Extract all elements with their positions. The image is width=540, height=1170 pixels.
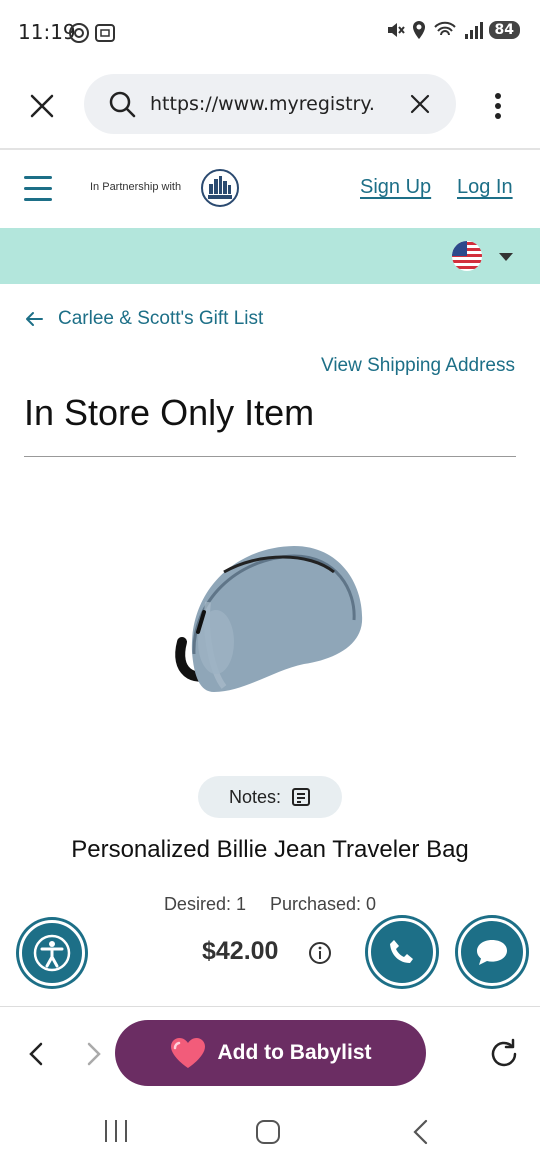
call-button[interactable] [368, 918, 436, 986]
chevron-left-icon[interactable] [26, 1040, 46, 1068]
url-text: https://www.myregistry. [150, 93, 375, 115]
product-image [175, 546, 363, 692]
sign-up-link[interactable]: Sign Up [360, 176, 431, 199]
us-flag-icon[interactable] [451, 240, 483, 272]
address-bar[interactable]: https://www.myregistry. [84, 74, 456, 134]
status-system-icons: 84 [385, 20, 520, 40]
phone-icon [390, 940, 413, 963]
add-to-babylist-label: Add to Babylist [217, 1041, 372, 1064]
clear-icon[interactable] [408, 92, 432, 116]
browser-toolbar: https://www.myregistry. [0, 66, 540, 150]
system-navigation-bar [0, 1100, 540, 1170]
arrow-left-icon [26, 312, 43, 326]
accessibility-button[interactable] [19, 920, 85, 986]
accessibility-icon [33, 934, 71, 972]
divider [24, 456, 516, 457]
chevron-right-icon[interactable] [84, 1040, 104, 1068]
product-price: $42.00 [202, 937, 279, 965]
note-icon [292, 788, 311, 806]
notes-button[interactable]: Notes: [198, 776, 342, 818]
log-in-link[interactable]: Log In [457, 176, 513, 199]
purchased-count: Purchased: 0 [269, 894, 377, 914]
signal-icon [464, 22, 483, 39]
home-icon[interactable] [256, 1120, 280, 1144]
mute-icon [387, 23, 405, 37]
screenshot-icon [95, 24, 115, 42]
chat-bubble-icon [477, 940, 507, 965]
quantity-info: Desired: 1 Purchased: 0 [0, 894, 540, 915]
menu-icon[interactable] [24, 176, 52, 202]
heart-icon [171, 1038, 206, 1068]
reload-icon[interactable] [486, 1036, 522, 1072]
back-icon[interactable] [410, 1118, 430, 1146]
at-sign-icon [69, 23, 89, 43]
back-to-gift-list-link[interactable]: Carlee & Scott's Gift List [24, 308, 263, 330]
status-notification-icons [68, 22, 116, 44]
recents-icon[interactable] [105, 1120, 127, 1142]
product-name: Personalized Billie Jean Traveler Bag [71, 836, 469, 863]
view-shipping-address-link[interactable]: View Shipping Address [321, 355, 515, 377]
more-vert-icon [495, 93, 501, 119]
browser-menu-button[interactable] [488, 88, 508, 124]
add-to-babylist-button[interactable]: Add to Babylist [115, 1020, 426, 1086]
partner-text: In Partnership with [90, 181, 182, 193]
page-title: In Store Only Item [24, 392, 315, 433]
site-header: In Partnership with Sign Up Log In [0, 152, 540, 228]
gift-list-label: Carlee & Scott's Gift List [58, 308, 264, 329]
close-icon [30, 94, 54, 118]
status-bar: 11:19 84 [0, 0, 540, 64]
location-icon [412, 21, 425, 39]
desired-count: Desired: 1 [163, 894, 246, 914]
wifi-icon [433, 21, 456, 36]
battery-indicator: 84 [488, 21, 520, 39]
close-tab-button[interactable] [24, 88, 60, 124]
chevron-down-icon[interactable] [499, 253, 513, 261]
info-icon[interactable] [308, 941, 332, 965]
partner-logo [201, 169, 239, 207]
divider [0, 1006, 540, 1007]
search-icon [109, 91, 136, 118]
country-selector-bar [0, 228, 540, 284]
chat-button[interactable] [458, 918, 526, 986]
status-time: 11:19 [18, 20, 76, 44]
notes-label: Notes: [228, 786, 282, 807]
